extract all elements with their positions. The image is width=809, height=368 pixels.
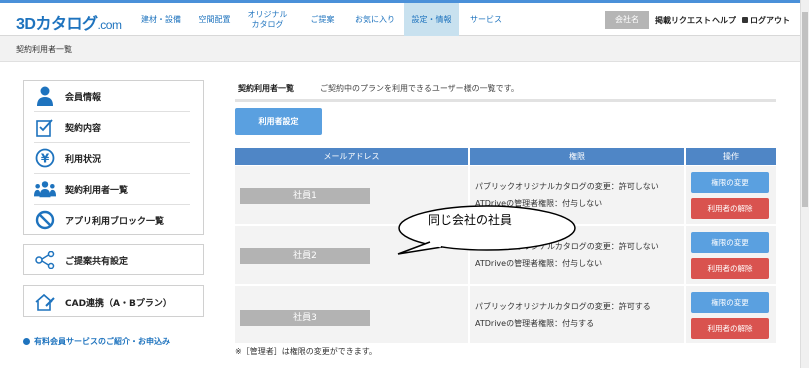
top-navigation: 3Dカタログ.com 建材・設備 空間配置 オリジナル カタログ ご提案 お気に入… [0, 0, 800, 36]
cad-link-box[interactable]: CAD連携（A・Bプラン） [23, 285, 204, 317]
nav-space-layout[interactable]: 空間配置 [192, 3, 237, 36]
remove-user-button[interactable]: 利用者の解除 [691, 198, 769, 219]
page-title: 契約利用者一覧 [238, 84, 294, 93]
sidebar-item-cad[interactable]: CAD連携（A・Bプラン） [34, 287, 190, 317]
breadcrumb: 契約利用者一覧 [16, 45, 72, 54]
permission-text: パブリックオリジナルカタログの変更：許可する ATDriveの管理者権限：付与する [475, 302, 651, 328]
lock-icon [742, 17, 748, 23]
share-settings-box[interactable]: ご提案共有設定 [23, 244, 204, 275]
sidebar-item-member-info[interactable]: 会員情報 [34, 81, 190, 111]
remove-user-button[interactable]: 利用者の解除 [691, 318, 769, 339]
block-icon [34, 209, 56, 231]
help-link[interactable]: ヘルプ [712, 15, 736, 26]
col-header-email: メールアドレス [235, 148, 468, 165]
sidebar-item-contract[interactable]: 契約内容 [34, 112, 190, 142]
person-icon [34, 85, 56, 107]
admin-note: ※［管理者］は権限の変更ができます。 [235, 347, 377, 356]
logout-link[interactable]: ログアウト [742, 15, 790, 26]
sidebar-item-app-block[interactable]: アプリ利用ブロック一覧 [34, 205, 190, 235]
nav-services[interactable]: サービス [462, 3, 510, 36]
arrow-circle-icon [23, 338, 30, 345]
callout-text: 同じ会社の社員 [428, 213, 513, 227]
table-row: 社員3 パブリックオリジナルカタログの変更：許可する ATDriveの管理者権限：… [235, 286, 776, 344]
house-edit-icon [34, 291, 56, 313]
nav-original-catalog[interactable]: オリジナル カタログ [240, 3, 295, 36]
scrollbar-thumb[interactable] [802, 12, 808, 207]
remove-user-button[interactable]: 利用者の解除 [691, 258, 769, 279]
divider [235, 99, 776, 102]
paid-service-link[interactable]: 有料会員サービスのご紹介・お申込み [23, 336, 170, 347]
nav-favorites[interactable]: お気に入り [350, 3, 400, 36]
page-description: ご契約中のプランを利用できるユーザー様の一覧です。 [320, 84, 519, 93]
change-permission-button[interactable]: 権限の変更 [691, 232, 769, 253]
employee-email: 社員3 [240, 310, 370, 326]
nav-settings-info[interactable]: 設定・情報 [404, 3, 459, 36]
sidebar-item-share[interactable]: ご提案共有設定 [34, 245, 190, 275]
nav-building-materials[interactable]: 建材・設備 [130, 3, 192, 36]
post-request-link[interactable]: 掲載リクエスト [655, 15, 711, 26]
sidebar-item-users[interactable]: 契約利用者一覧 [34, 174, 190, 204]
vertical-scrollbar[interactable] [800, 0, 809, 368]
column-separator [684, 148, 686, 344]
svg-text:¥: ¥ [41, 152, 50, 166]
breadcrumb-bar: 契約利用者一覧 [0, 36, 800, 62]
employee-email: 社員2 [240, 248, 370, 264]
contract-edit-icon [34, 116, 56, 138]
yen-icon: ¥ [34, 147, 56, 169]
col-header-permission: 権限 [470, 148, 684, 165]
sidebar-item-usage[interactable]: ¥ 利用状況 [34, 143, 190, 173]
user-settings-button[interactable]: 利用者設定 [235, 108, 322, 135]
sidebar-menu: 会員情報 契約内容 ¥ 利用状況 契約利用者一覧 アプリ利用ブロック一覧 [23, 80, 204, 235]
change-permission-button[interactable]: 権限の変更 [691, 292, 769, 313]
change-permission-button[interactable]: 権限の変更 [691, 172, 769, 193]
company-name-badge: 会社名 [605, 11, 649, 29]
col-header-actions: 操作 [686, 148, 776, 165]
users-group-icon [34, 178, 56, 200]
site-logo[interactable]: 3Dカタログ.com [16, 10, 122, 34]
employee-email: 社員1 [240, 188, 370, 204]
nav-proposal[interactable]: ご提案 [300, 3, 345, 36]
share-icon [34, 249, 56, 271]
